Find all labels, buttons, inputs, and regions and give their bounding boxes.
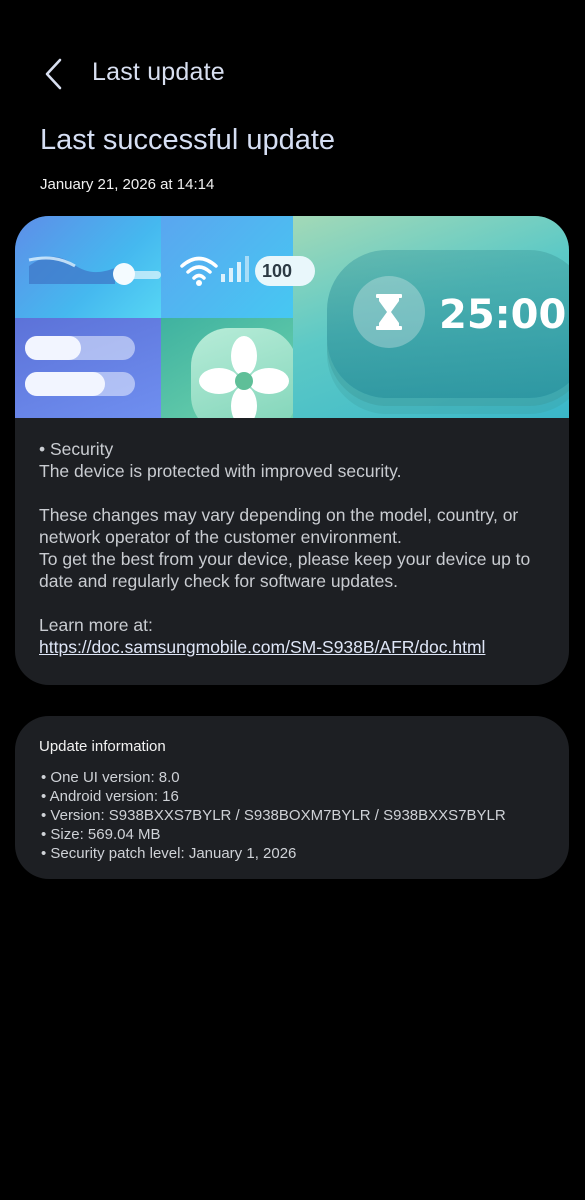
chevron-left-icon (45, 58, 62, 90)
info-title: Update information (39, 738, 166, 755)
info-item-security-patch: • Security patch level: January 1, 2026 (41, 845, 297, 862)
hourglass-icon (376, 294, 402, 330)
notes-section-heading: • Security (39, 439, 114, 459)
update-notes-card: 25:00 100 • Security The device is prote… (15, 216, 569, 685)
fan-tile (191, 328, 297, 418)
wave-slider-icon (28, 256, 115, 284)
notes-disclaimer: These changes may vary depending on the … (39, 505, 519, 547)
page-title: Last successful update (40, 124, 336, 156)
info-list: • One UI version: 8.0 • Android version:… (41, 768, 506, 863)
info-item-size: • Size: 569.04 MB (41, 826, 161, 843)
info-item-android-version: • Android version: 16 (41, 788, 179, 805)
timer-readout: 25:00 (439, 292, 567, 338)
learn-more-label: Learn more at: (39, 615, 153, 635)
slider-knob (113, 263, 135, 285)
banner-tile-slider (15, 216, 161, 318)
fan-icon (199, 336, 289, 418)
update-information-card: Update information • One UI version: 8.0… (15, 716, 569, 879)
update-date: January 21, 2026 at 14:14 (40, 176, 215, 193)
info-item-build-version: • Version: S938BXXS7BYLR / S938BOXM7BYLR… (41, 807, 506, 824)
notes-section-description: The device is protected with improved se… (39, 461, 402, 481)
learn-more-link[interactable]: https://doc.samsungmobile.com/SM-S938B/A… (39, 637, 485, 657)
info-item-one-ui-version: • One UI version: 8.0 (41, 769, 180, 786)
app-bar-title: Last update (92, 58, 225, 86)
bar-pill-fill (25, 372, 105, 396)
back-button[interactable] (34, 54, 74, 94)
bar-pill-fill (25, 336, 81, 360)
notes-advice: To get the best from your device, please… (39, 549, 531, 591)
wifi-icon (180, 256, 218, 286)
release-notes: • Security The device is protected with … (39, 438, 554, 658)
signal-icon (221, 256, 249, 282)
timer-icon-badge (353, 276, 425, 348)
battery-pill: 100 (255, 256, 315, 286)
feature-banner: 25:00 100 (15, 216, 569, 418)
banner-tile-bars (15, 318, 161, 418)
app-bar: Last update (0, 40, 585, 106)
